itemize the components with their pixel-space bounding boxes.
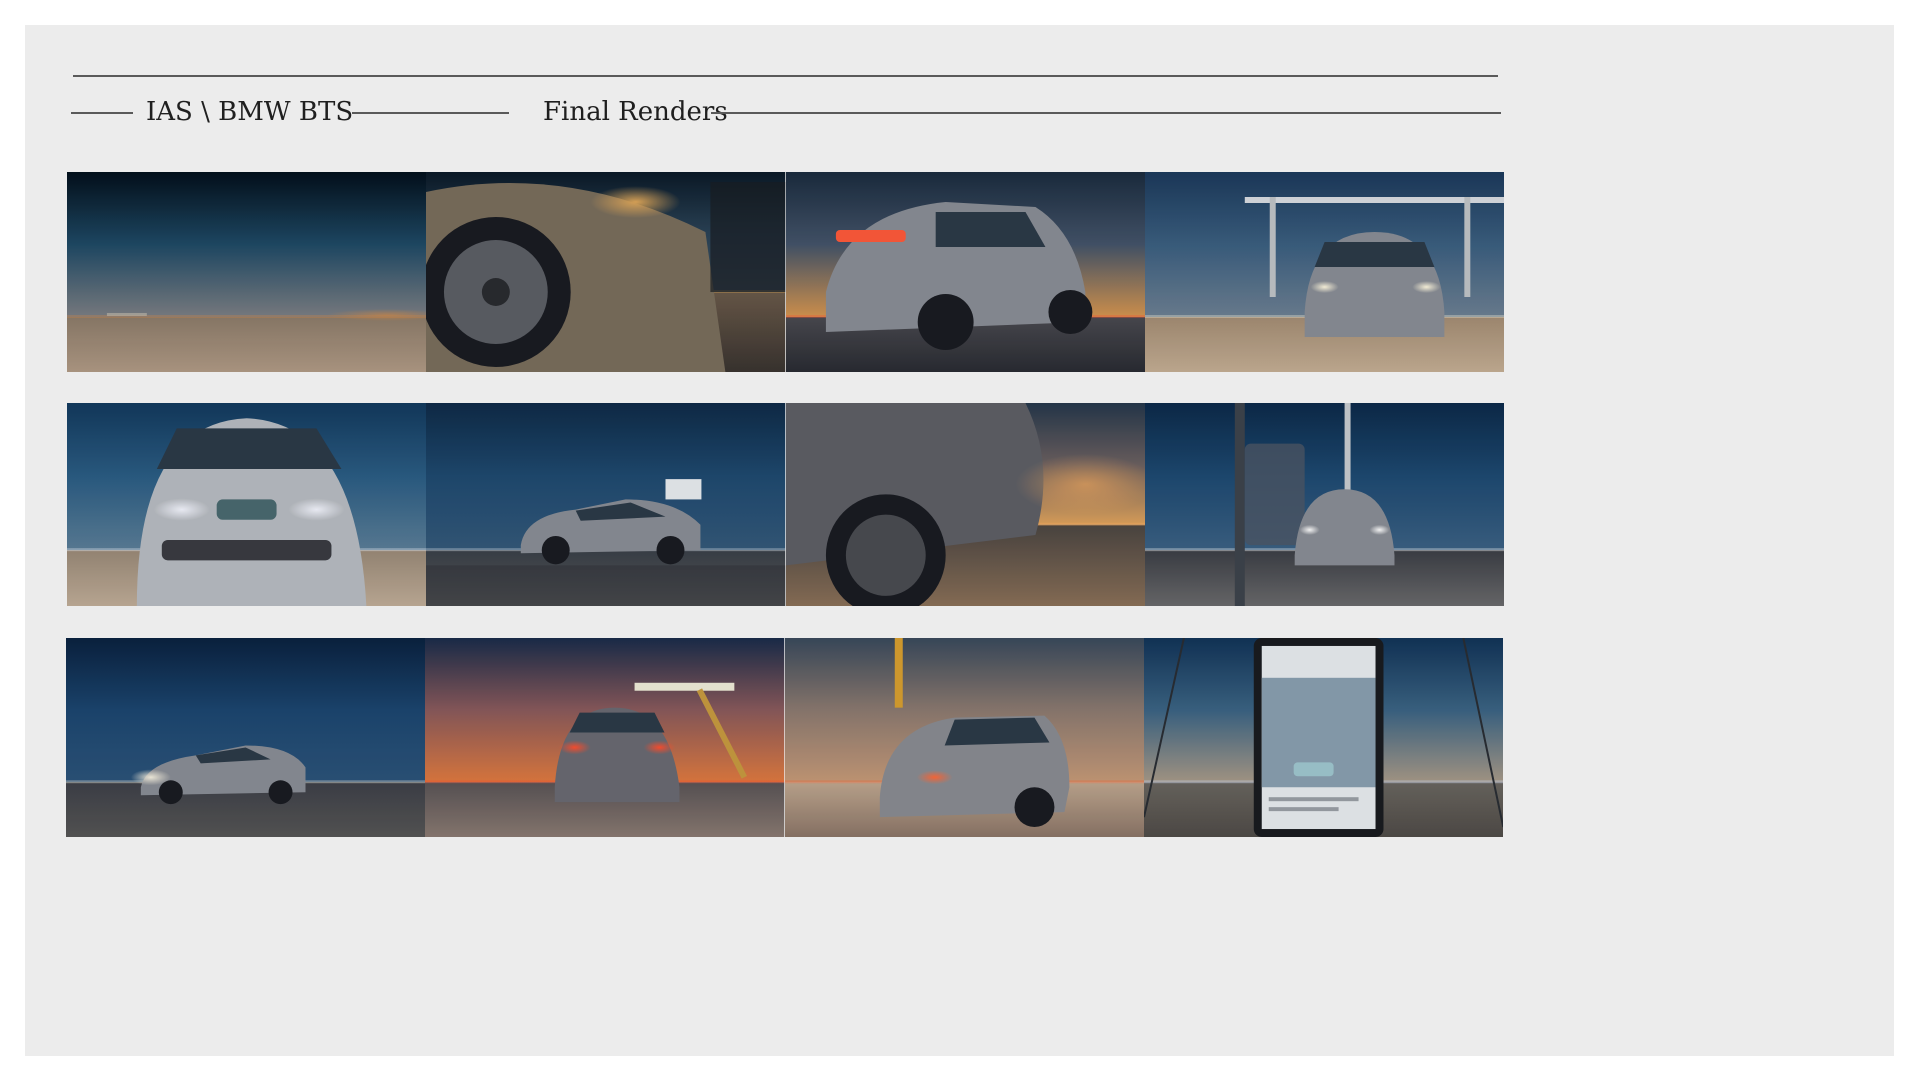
render-frame	[784, 638, 1144, 837]
project-title: IAS \ BMW BTS	[146, 97, 354, 127]
render-frame	[1144, 172, 1504, 372]
slide-page: IAS \ BMW BTS Final Renders	[25, 25, 1894, 1056]
section-title: Final Renders	[543, 97, 728, 127]
render-image	[67, 403, 427, 606]
render-row-3	[66, 638, 1503, 837]
render-row-1	[67, 172, 1504, 372]
render-image	[426, 403, 786, 606]
render-frame	[426, 172, 786, 372]
render-image	[785, 403, 1145, 606]
render-image	[425, 638, 785, 837]
render-image	[1144, 403, 1504, 606]
render-image	[1144, 172, 1504, 372]
render-frame	[66, 638, 426, 837]
render-frame	[426, 403, 786, 606]
render-image	[784, 638, 1144, 837]
render-frame	[425, 638, 785, 837]
render-image	[426, 172, 786, 372]
render-frame	[1144, 403, 1504, 606]
render-frame	[67, 172, 427, 372]
render-frame	[785, 172, 1145, 372]
header-rule-middle	[352, 112, 509, 114]
top-rule	[73, 75, 1498, 77]
render-row-2	[67, 403, 1504, 606]
render-image	[1143, 638, 1503, 837]
render-frame	[1143, 638, 1503, 837]
render-frame	[67, 403, 427, 606]
render-image	[67, 172, 427, 372]
header-rule-left	[71, 112, 133, 114]
render-image	[785, 172, 1145, 372]
header-rule-right	[711, 112, 1501, 114]
render-image	[66, 638, 426, 837]
render-frame	[785, 403, 1145, 606]
